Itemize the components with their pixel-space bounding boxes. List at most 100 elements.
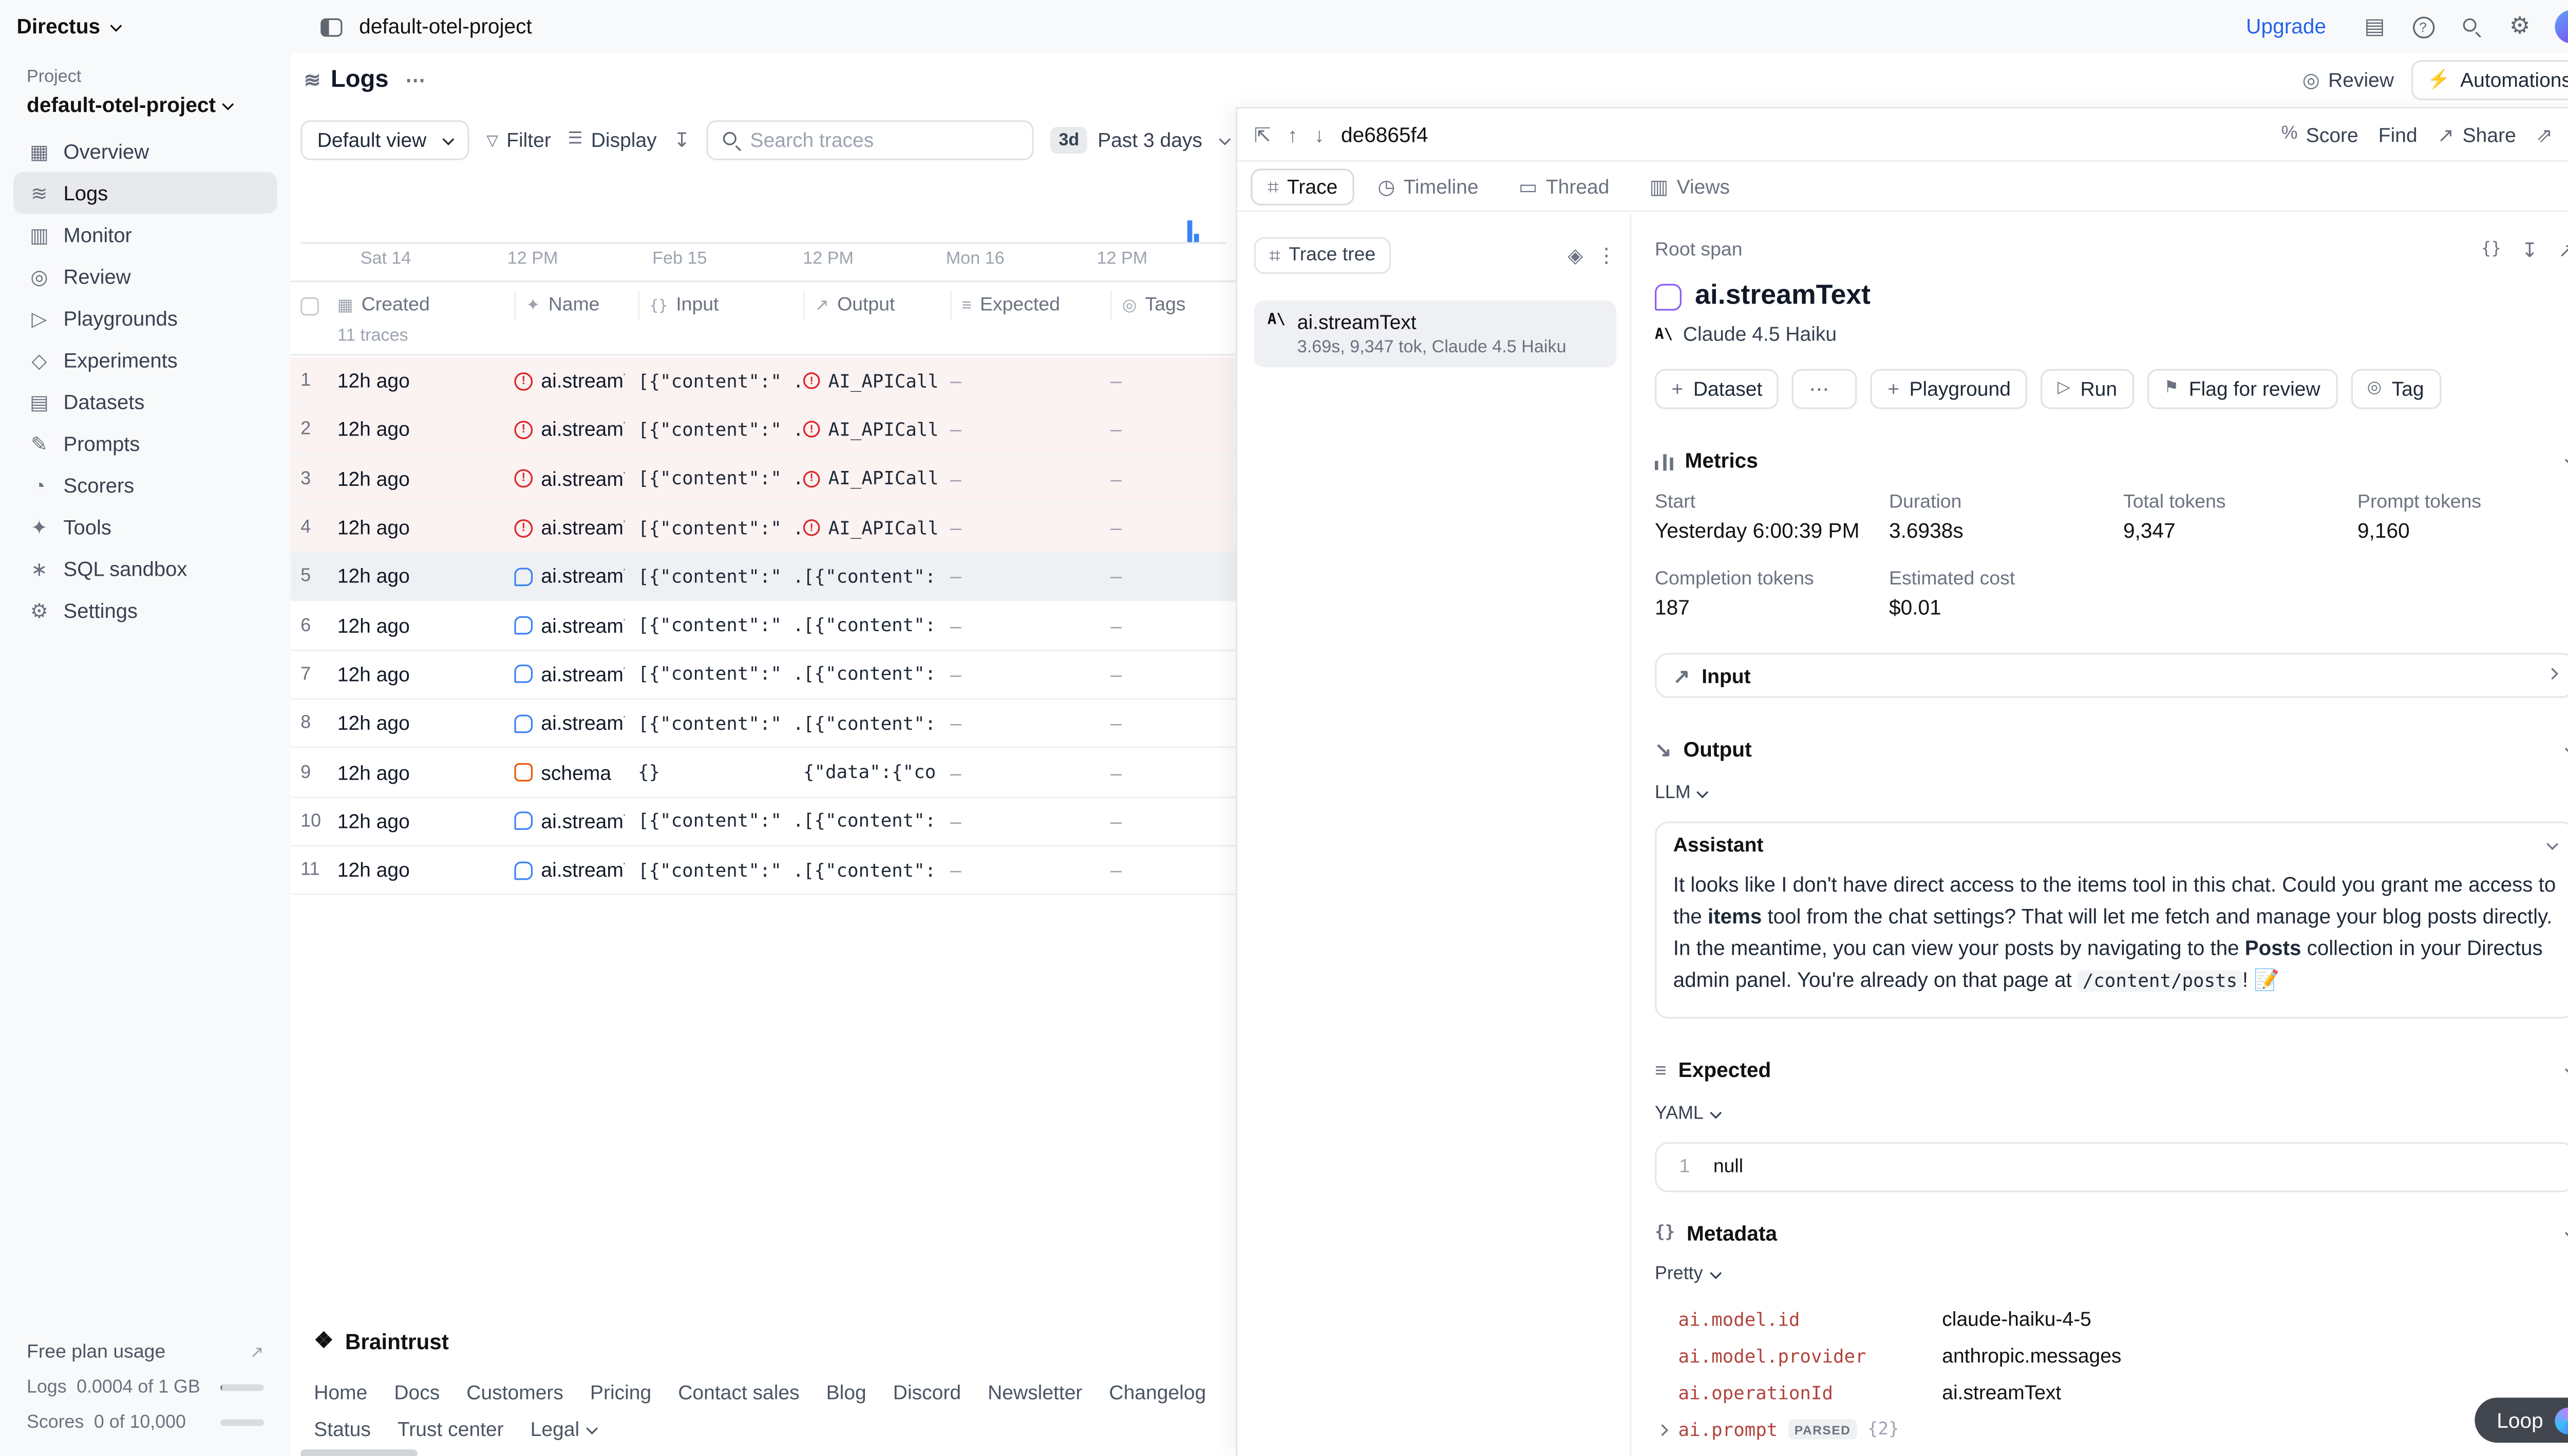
next-trace-button[interactable] xyxy=(1314,124,1325,144)
metadata-row[interactable]: ai.prompt PARSED {2} xyxy=(1655,1411,2568,1448)
assistant-message-header[interactable]: Assistant xyxy=(1656,823,2568,867)
Review[interactable]: Review xyxy=(13,255,277,297)
Tools[interactable]: Tools xyxy=(13,506,277,547)
table-row[interactable]: 5 12h ago ai.streamT... [{"content":" ..… xyxy=(291,553,1236,602)
open-in-new-icon[interactable] xyxy=(2536,124,2553,144)
download-icon[interactable] xyxy=(2521,240,2538,260)
table-row[interactable]: 3 12h ago ai.streamT... [{"content":" ..… xyxy=(291,455,1236,504)
footer-link[interactable]: Pricing xyxy=(590,1381,651,1405)
footer-link[interactable]: Status xyxy=(314,1417,371,1441)
horizontal-scrollbar[interactable] xyxy=(300,1449,418,1456)
help-icon[interactable] xyxy=(2412,16,2434,37)
more-options-button[interactable] xyxy=(1792,369,1858,409)
output-section-header[interactable]: Output xyxy=(1655,738,2568,762)
tag-button[interactable]: Tag xyxy=(2350,369,2441,409)
review-button[interactable]: Review xyxy=(2302,68,2394,92)
Datasets[interactable]: Datasets xyxy=(13,381,277,422)
usage-title-row[interactable]: Free plan usage ↗ xyxy=(27,1342,264,1363)
Scorers[interactable]: Scorers xyxy=(13,464,277,506)
Trace[interactable]: Trace xyxy=(1251,168,1354,205)
table-row[interactable]: 4 12h ago ai.streamT... [{"content":" ..… xyxy=(291,504,1236,553)
table-row[interactable]: 8 12h ago ai.streamT... [{"content":" ..… xyxy=(291,700,1236,749)
SQL sandbox[interactable]: SQL sandbox xyxy=(13,547,277,589)
view-selector[interactable]: Default view xyxy=(300,120,470,160)
footer-link[interactable]: Trust center xyxy=(398,1417,504,1441)
llm-format-selector[interactable]: LLM xyxy=(1655,783,1707,803)
loop-button[interactable]: Loop xyxy=(2475,1397,2568,1443)
display-button[interactable]: Display xyxy=(568,128,656,152)
Views[interactable]: Views xyxy=(1633,168,1747,205)
expected-section-header[interactable]: Expected xyxy=(1655,1058,2568,1082)
Experiments[interactable]: Experiments xyxy=(13,339,277,381)
table-row[interactable]: 10 12h ago ai.streamT... [{"content":" .… xyxy=(291,798,1236,846)
run-button[interactable]: Run xyxy=(2041,369,2133,409)
score-button[interactable]: Score xyxy=(2281,123,2358,146)
Logs[interactable]: Logs xyxy=(13,172,277,214)
json-view-icon[interactable] xyxy=(2481,240,2501,260)
search-icon[interactable] xyxy=(2461,17,2481,37)
sidebar-toggle-icon[interactable] xyxy=(320,17,342,36)
pretty-format-selector[interactable]: Pretty xyxy=(1655,1264,1720,1284)
automations-button[interactable]: Automations xyxy=(2411,60,2568,100)
column-header-input[interactable]: Input xyxy=(638,291,803,321)
flag-for-review-button[interactable]: Flag for review xyxy=(2147,369,2337,409)
column-header-created[interactable]: Created xyxy=(337,291,515,321)
share-button[interactable]: Share xyxy=(2438,123,2516,146)
input-section-header[interactable]: Input xyxy=(1655,653,2568,698)
metadata-row[interactable]: ai.response.finishReason stop xyxy=(1655,1448,2568,1456)
table-row[interactable]: 11 12h ago ai.streamT... [{"content":" .… xyxy=(291,846,1236,895)
table-row[interactable]: 7 12h ago ai.streamT... [{"content":" ..… xyxy=(291,651,1236,699)
trace-tree-item[interactable]: A\ ai.streamText 3.69s, 9,347 tok, Claud… xyxy=(1254,300,1617,367)
docs-icon[interactable] xyxy=(2364,12,2385,42)
metadata-section-header[interactable]: Metadata xyxy=(1655,1222,2568,1246)
table-row[interactable]: 6 12h ago ai.streamT... [{"content":" ..… xyxy=(291,602,1236,651)
table-row[interactable]: 9 12h ago schema {} {"data":{"col... – – xyxy=(291,749,1236,798)
Timeline[interactable]: Timeline xyxy=(1361,168,1495,205)
yaml-format-selector[interactable]: YAML xyxy=(1655,1104,1720,1124)
footer-link[interactable]: Blog xyxy=(826,1381,866,1405)
table-row[interactable]: 2 12h ago ai.streamT... [{"content":" ..… xyxy=(291,406,1236,455)
Settings[interactable]: Settings xyxy=(13,590,277,631)
time-range-selector[interactable]: 3d Past 3 days xyxy=(1050,127,1229,154)
select-all-checkbox[interactable] xyxy=(300,296,319,315)
column-header-tags[interactable]: Tags xyxy=(1110,291,1236,321)
footer-brand[interactable]: Braintrust xyxy=(314,1328,1219,1354)
Prompts[interactable]: Prompts xyxy=(13,423,277,464)
filter-button[interactable]: Filter xyxy=(486,128,551,152)
add-to-playground-button[interactable]: Playground xyxy=(1871,369,2028,409)
previous-trace-button[interactable] xyxy=(1288,124,1298,144)
avatar[interactable] xyxy=(2555,10,2568,44)
column-header-expected[interactable]: Expected xyxy=(950,291,1110,321)
diamond-icon[interactable] xyxy=(1568,245,1583,266)
column-header-output[interactable]: Output xyxy=(803,291,950,321)
legal-menu[interactable]: Legal xyxy=(531,1417,596,1441)
footer-link[interactable]: Newsletter xyxy=(988,1381,1082,1405)
Playgrounds[interactable]: Playgrounds xyxy=(13,297,277,339)
metadata-row[interactable]: ai.model.provider anthropic.messages xyxy=(1655,1337,2568,1374)
Thread[interactable]: Thread xyxy=(1502,168,1626,205)
download-icon[interactable] xyxy=(673,130,690,150)
Monitor[interactable]: Monitor xyxy=(13,214,277,255)
trace-volume-chart[interactable] xyxy=(300,167,1225,244)
footer-link[interactable]: Customers xyxy=(466,1381,563,1405)
table-row[interactable]: 1 12h ago ai.streamT... [{"content":" ..… xyxy=(291,357,1236,406)
org-switcher[interactable]: Directus xyxy=(17,15,121,39)
settings-icon[interactable] xyxy=(2509,12,2531,42)
footer-link[interactable]: Discord xyxy=(893,1381,961,1405)
metadata-row[interactable]: ai.operationId ai.streamText xyxy=(1655,1374,2568,1411)
Overview[interactable]: Overview xyxy=(13,130,277,172)
metadata-row[interactable]: ai.model.id claude-haiku-4-5 xyxy=(1655,1301,2568,1338)
footer-link[interactable]: Changelog xyxy=(1109,1381,1206,1405)
kebab-menu-icon[interactable] xyxy=(1596,245,1616,266)
footer-link[interactable]: Docs xyxy=(394,1381,440,1405)
column-header-name[interactable]: Name xyxy=(514,291,638,321)
add-to-dataset-button[interactable]: Dataset xyxy=(1655,369,1779,409)
find-button[interactable]: Find xyxy=(2378,123,2418,146)
metrics-section-header[interactable]: Metrics xyxy=(1655,449,2568,473)
share-icon[interactable] xyxy=(2558,240,2568,260)
footer-link[interactable]: Home xyxy=(314,1381,367,1405)
upgrade-link[interactable]: Upgrade xyxy=(2246,15,2326,39)
more-options-icon[interactable] xyxy=(405,70,427,90)
expand-icon[interactable] xyxy=(1254,124,1271,144)
search-traces-input[interactable] xyxy=(750,128,1019,152)
